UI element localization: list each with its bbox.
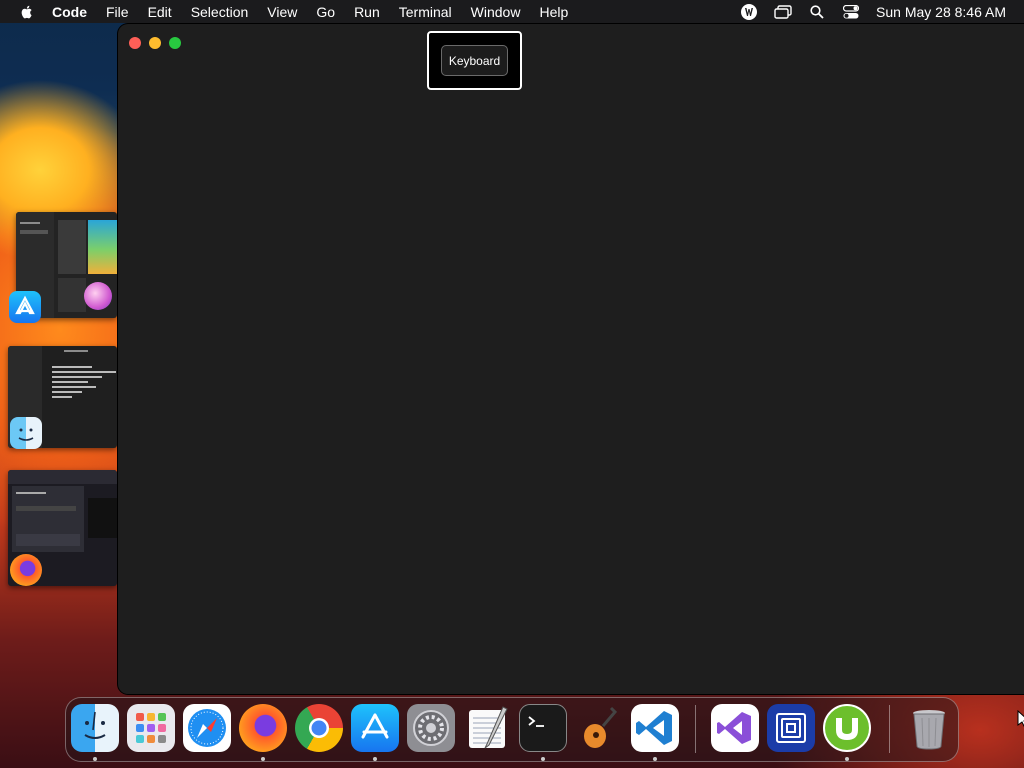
- garageband-icon[interactable]: [575, 704, 623, 752]
- app-store-icon[interactable]: [351, 704, 399, 752]
- thumbnail-line: [16, 506, 76, 511]
- control-center-icon[interactable]: [841, 4, 861, 20]
- visual-studio-icon[interactable]: [711, 704, 759, 752]
- vpn-icon[interactable]: [739, 3, 759, 20]
- code-window: [118, 24, 1024, 694]
- menu-app-name[interactable]: Code: [52, 4, 87, 20]
- menu-go[interactable]: Go: [316, 4, 335, 20]
- spotlight-search-icon[interactable]: [807, 4, 827, 20]
- terminal-icon[interactable]: [519, 704, 567, 752]
- running-indicator: [845, 757, 849, 761]
- thumbnail-line: [20, 222, 40, 224]
- menu-clock[interactable]: Sun May 28 8:46 AM: [876, 4, 1006, 20]
- menu-edit[interactable]: Edit: [148, 4, 172, 20]
- window-close-button[interactable]: [129, 37, 141, 49]
- menu-view[interactable]: View: [267, 4, 297, 20]
- thumbnail-line: [52, 386, 96, 388]
- mouse-cursor-icon: [1017, 710, 1024, 728]
- thumbnail-title: [64, 350, 88, 352]
- running-indicator: [541, 757, 545, 761]
- thumbnail-line: [16, 492, 46, 494]
- thumbnail-notice: [16, 534, 80, 546]
- firefox-icon[interactable]: [10, 554, 42, 586]
- thumbnail-line: [52, 376, 102, 378]
- thumbnail-line: [52, 366, 92, 368]
- safari-icon[interactable]: [183, 704, 231, 752]
- utorrent-icon[interactable]: [823, 704, 871, 752]
- thumbnail-panel: [88, 498, 117, 538]
- thumbnail-line: [52, 391, 82, 393]
- thumbnail-line: [20, 230, 48, 234]
- launchpad-icon[interactable]: [127, 704, 175, 752]
- screen-mirror-icon[interactable]: [773, 4, 793, 20]
- window-maximize-button[interactable]: [169, 37, 181, 49]
- dock-separator: [695, 705, 696, 753]
- finder-icon[interactable]: [71, 704, 119, 752]
- menu-selection[interactable]: Selection: [191, 4, 249, 20]
- thumbnail-card: [58, 278, 86, 312]
- thumbnail-artwork: [84, 282, 112, 310]
- running-indicator: [653, 757, 657, 761]
- menu-window[interactable]: Window: [471, 4, 521, 20]
- textedit-icon[interactable]: [463, 704, 511, 752]
- system-settings-icon[interactable]: [407, 704, 455, 752]
- menu-run[interactable]: Run: [354, 4, 380, 20]
- menu-bar: Code File Edit Selection View Go Run Ter…: [0, 0, 1024, 23]
- firefox-icon[interactable]: [239, 704, 287, 752]
- dock-separator: [889, 705, 890, 753]
- menu-file[interactable]: File: [106, 4, 129, 20]
- thumbnail-line: [52, 381, 88, 383]
- keyboard-button[interactable]: Keyboard: [441, 45, 508, 76]
- finder-icon[interactable]: [10, 417, 42, 449]
- apple-menu-icon[interactable]: [19, 4, 35, 20]
- menu-terminal[interactable]: Terminal: [399, 4, 452, 20]
- vscode-icon[interactable]: [631, 704, 679, 752]
- simulator-icon[interactable]: [767, 704, 815, 752]
- thumbnail-banner: [88, 220, 117, 274]
- thumbnail-line: [52, 371, 116, 373]
- running-indicator: [373, 757, 377, 761]
- thumbnail-toolbar: [8, 470, 117, 484]
- trash-icon[interactable]: [905, 704, 953, 752]
- thumbnail-card: [58, 220, 86, 274]
- running-indicator: [261, 757, 265, 761]
- menu-help[interactable]: Help: [539, 4, 568, 20]
- app-store-icon[interactable]: [9, 291, 41, 323]
- chrome-icon[interactable]: [295, 704, 343, 752]
- window-minimize-button[interactable]: [149, 37, 161, 49]
- thumbnail-line: [52, 396, 72, 398]
- running-indicator: [93, 757, 97, 761]
